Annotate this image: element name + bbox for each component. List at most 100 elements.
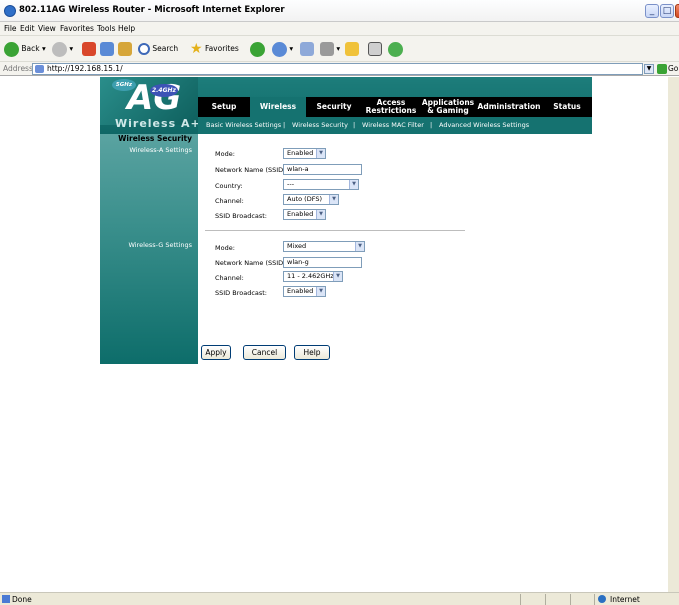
menu-tools[interactable]: Tools (97, 24, 115, 33)
tab-wireless[interactable]: Wireless (250, 97, 306, 117)
back-button[interactable]: Back ▾ (4, 41, 46, 57)
address-dropdown[interactable]: ▼ (644, 64, 654, 74)
cancel-button[interactable]: Cancel (243, 345, 286, 360)
subnav-separator: | (353, 121, 356, 129)
left-column (100, 134, 198, 364)
toolbar: Back ▾ ▾ Search ★ Favorites ▾ ▾ (0, 36, 679, 62)
tab-status[interactable]: Status (542, 97, 592, 117)
wa-mode-value: Enabled (287, 149, 314, 157)
stop-icon (82, 42, 96, 56)
tab-access-restrictions[interactable]: Access Restrictions (362, 97, 420, 117)
menu-help[interactable]: Help (118, 24, 135, 33)
wa-mode-select[interactable]: Enabled ▼ (283, 148, 326, 159)
history-button[interactable]: ▾ (272, 41, 293, 57)
wg-channel-label: Channel: (215, 274, 244, 282)
home-button[interactable] (118, 41, 132, 57)
forward-button[interactable]: ▾ (52, 41, 73, 57)
wa-country-value: --- (287, 180, 295, 188)
status-text: Done (12, 595, 32, 604)
page-icon (368, 42, 382, 56)
media-icon (250, 41, 265, 57)
title-bar: 802.11AG Wireless Router - Microsoft Int… (0, 0, 679, 22)
menu-favorites[interactable]: Favorites (60, 24, 94, 33)
messenger-button[interactable] (388, 41, 403, 57)
status-bar: Done Internet (0, 592, 679, 605)
discuss-button[interactable] (368, 41, 382, 57)
wa-channel-value: Auto (DFS) (287, 195, 322, 203)
page-done-icon (2, 595, 10, 603)
subtab-wireless-mac-filter[interactable]: Wireless MAC Filter (362, 121, 424, 129)
refresh-icon (100, 42, 114, 56)
chevron-down-icon: ▼ (316, 287, 325, 296)
5ghz-badge: 5GHz (112, 79, 136, 91)
wa-country-label: Country: (215, 182, 243, 190)
chevron-down-icon: ▼ (316, 149, 325, 158)
menu-file[interactable]: File (4, 24, 17, 33)
favorites-label: Favorites (204, 44, 239, 53)
brand-text: Wireless A+G (115, 117, 211, 130)
wa-broadcast-label: SSID Broadcast: (215, 212, 267, 220)
minimize-button[interactable]: _ (645, 4, 659, 18)
refresh-button[interactable] (100, 41, 114, 57)
wa-broadcast-select[interactable]: Enabled ▼ (283, 209, 326, 220)
apply-button[interactable]: Apply (201, 345, 231, 360)
section-divider (205, 230, 465, 231)
chevron-down-icon: ▼ (316, 210, 325, 219)
menu-view[interactable]: View (38, 24, 56, 33)
page-viewport: AG 5GHz 2.4GHz Wireless A+G Setup Wirele… (0, 77, 679, 592)
tab-security[interactable]: Security (306, 97, 362, 117)
back-arrow-icon (4, 41, 19, 57)
favorites-button[interactable]: ★ Favorites (190, 41, 239, 57)
close-button[interactable]: × (675, 4, 679, 18)
subtab-basic-wireless[interactable]: Basic Wireless Settings (206, 121, 281, 129)
wa-broadcast-value: Enabled (287, 210, 314, 218)
go-button[interactable]: Go (668, 64, 678, 73)
address-url: http://192.168.15.1/ (47, 64, 123, 73)
main-nav: Setup Wireless Security Access Restricti… (198, 97, 592, 117)
tab-setup[interactable]: Setup (198, 97, 250, 117)
wireless-g-section-label: Wireless-G Settings (128, 241, 192, 249)
mail-button[interactable] (300, 41, 314, 57)
wg-mode-value: Mixed (287, 242, 307, 250)
folder-icon (345, 42, 359, 56)
menu-edit[interactable]: Edit (20, 24, 35, 33)
chevron-down-icon: ▼ (355, 242, 364, 251)
subnav-separator: | (283, 121, 286, 129)
wg-broadcast-select[interactable]: Enabled ▼ (283, 286, 326, 297)
wg-ssid-input[interactable]: wlan-g (283, 257, 362, 268)
wa-ssid-input[interactable]: wlan-a (283, 164, 362, 175)
star-icon: ★ (190, 41, 203, 57)
page-icon (35, 65, 44, 73)
home-icon (118, 42, 132, 56)
sub-nav: Basic Wireless Settings | Wireless Secur… (198, 117, 592, 134)
wa-channel-label: Channel: (215, 197, 244, 205)
tab-administration[interactable]: Administration (476, 97, 542, 117)
address-input[interactable]: http://192.168.15.1/ (32, 63, 643, 75)
mail-icon (300, 42, 314, 56)
print-button[interactable]: ▾ (320, 41, 340, 57)
wg-mode-label: Mode: (215, 244, 235, 252)
chevron-down-icon: ▼ (329, 195, 338, 204)
help-button[interactable]: Help (294, 345, 330, 360)
maximize-button[interactable]: □ (660, 4, 674, 18)
messenger-icon (388, 41, 403, 57)
history-icon (272, 41, 287, 57)
wa-channel-select[interactable]: Auto (DFS) ▼ (283, 194, 339, 205)
wg-broadcast-label: SSID Broadcast: (215, 289, 267, 297)
tab-applications-gaming[interactable]: Applications & Gaming (420, 97, 476, 117)
wireless-a-section-label: Wireless-A Settings (129, 146, 192, 154)
wa-ssid-label: Network Name (SSID): (215, 166, 288, 174)
wg-mode-select[interactable]: Mixed ▼ (283, 241, 365, 252)
status-separator (570, 594, 571, 605)
24ghz-badge: 2.4GHz (150, 84, 178, 97)
wa-country-select[interactable]: --- ▼ (283, 179, 359, 190)
wg-channel-select[interactable]: 11 - 2.462GHz ▼ (283, 271, 343, 282)
stop-button[interactable] (82, 41, 96, 57)
subtab-advanced-wireless[interactable]: Advanced Wireless Settings (439, 121, 529, 129)
search-button[interactable]: Search (138, 41, 178, 57)
go-arrow-icon[interactable] (657, 64, 667, 74)
subtab-wireless-security[interactable]: Wireless Security (292, 121, 348, 129)
forward-arrow-icon (52, 41, 67, 57)
media-button[interactable] (250, 41, 265, 57)
edit-button[interactable] (345, 41, 359, 57)
